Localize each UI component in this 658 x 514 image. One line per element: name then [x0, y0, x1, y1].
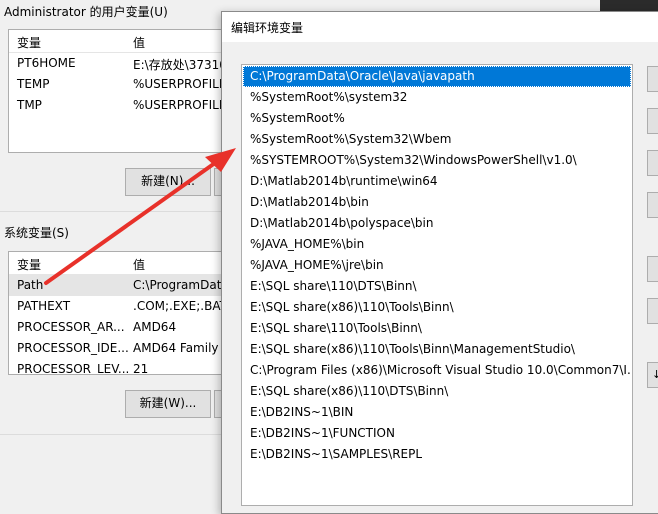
annotation-arrow — [44, 148, 236, 285]
